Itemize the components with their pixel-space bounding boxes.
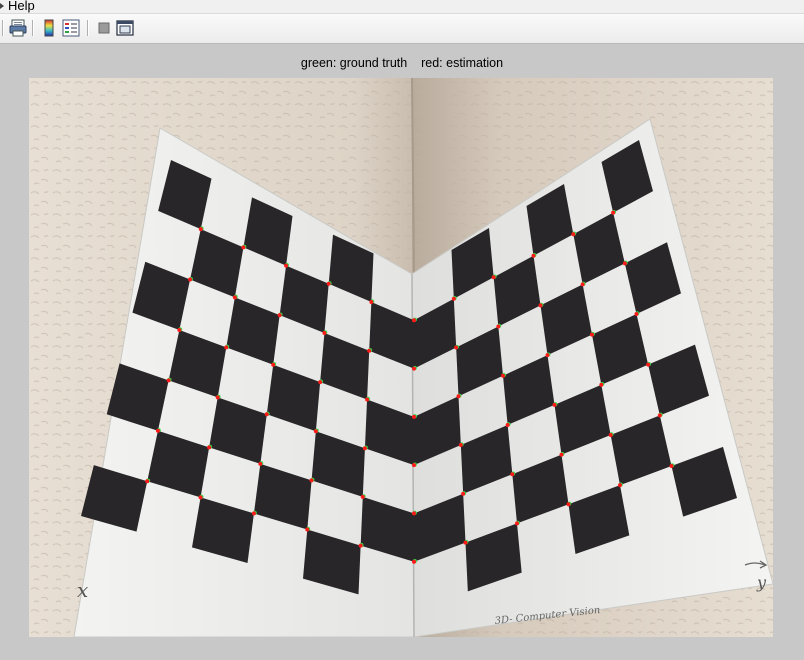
estimated-corner: [531, 253, 536, 258]
estimated-corner: [322, 330, 327, 335]
estimated-corner: [552, 402, 557, 407]
estimated-corner: [367, 348, 372, 353]
legend-icon[interactable]: [62, 19, 80, 37]
menu-help[interactable]: Help: [0, 0, 35, 13]
checkerboard-photo: x y 3D- Computer Vision: [29, 78, 773, 637]
estimated-corner: [618, 483, 622, 488]
estimated-corner: [566, 502, 571, 507]
estimated-corner: [510, 472, 515, 477]
estimated-corner: [277, 313, 282, 318]
handwriting-x: x: [77, 578, 88, 602]
menu-caret-icon: [0, 3, 4, 10]
estimated-corner: [305, 527, 310, 532]
estimated-corner: [590, 332, 594, 337]
estimated-corner: [611, 210, 616, 215]
estimated-corner: [198, 227, 203, 232]
estimated-corner: [198, 495, 203, 500]
estimated-corner: [634, 312, 639, 316]
estimated-corner: [318, 380, 323, 385]
estimated-corner: [646, 362, 651, 367]
estimated-corner: [362, 446, 367, 451]
estimated-corner: [177, 327, 182, 332]
estimated-corner: [313, 429, 318, 434]
print-preview-icon[interactable]: [9, 19, 27, 37]
estimated-corner: [456, 394, 461, 399]
estimated-corner: [412, 511, 416, 516]
estimated-corner: [166, 378, 171, 383]
estimated-corner: [412, 366, 416, 371]
estimated-corner: [215, 395, 220, 400]
estimated-corner: [188, 277, 193, 282]
estimated-corner: [515, 521, 519, 526]
estimated-corner: [463, 540, 468, 545]
estimated-corner: [545, 353, 550, 358]
estimated-corner: [251, 511, 256, 516]
estimated-corner: [241, 245, 246, 250]
estimated-corner: [207, 445, 212, 450]
estimated-corner: [496, 324, 501, 329]
figure-toolbar: [0, 14, 804, 44]
estimated-corner: [559, 452, 564, 457]
estimated-corner: [669, 464, 674, 468]
colorbar-icon[interactable]: [40, 19, 58, 37]
estimated-corner: [155, 428, 160, 433]
estimated-corner: [264, 412, 269, 417]
menu-help-label: Help: [8, 0, 35, 13]
estimated-corner: [258, 461, 263, 466]
estimated-corner: [412, 414, 416, 419]
estimated-corner: [365, 397, 370, 402]
estimated-corner: [309, 478, 314, 483]
estimated-corner: [358, 543, 363, 548]
estimated-corner: [360, 494, 365, 499]
estimated-corner: [412, 318, 416, 323]
menu-bar: Help: [0, 0, 804, 14]
estimated-corner: [461, 491, 466, 496]
estimated-corner: [580, 282, 585, 287]
estimated-corner: [571, 232, 576, 237]
estimated-corner: [284, 263, 289, 268]
estimated-corner: [538, 303, 543, 308]
estimated-corner: [145, 479, 150, 484]
show-plot-tools-icon[interactable]: [116, 19, 134, 37]
estimated-corner: [458, 443, 463, 448]
estimated-corner: [608, 432, 613, 437]
hide-plot-tools-icon[interactable]: [95, 19, 113, 37]
estimated-corner: [232, 295, 237, 300]
handwriting-y: y: [756, 573, 767, 592]
estimated-corner: [599, 382, 604, 387]
toolbar-separator: [32, 20, 33, 36]
estimated-corner: [454, 345, 459, 350]
checkerboard-image-axes: x y 3D- Computer Vision: [29, 78, 773, 637]
estimated-corner: [505, 422, 510, 427]
estimated-corner: [491, 275, 496, 280]
figure-caption: green: ground truth red: estimation: [300, 56, 504, 70]
estimated-corner: [326, 281, 331, 286]
estimated-corner: [622, 261, 627, 266]
estimated-corner: [657, 413, 662, 418]
estimated-corner: [451, 296, 456, 301]
estimated-corner: [369, 300, 374, 305]
estimated-corner: [271, 362, 276, 367]
estimated-corner: [412, 463, 416, 468]
toolbar-separator: [2, 20, 3, 36]
estimated-corner: [224, 345, 229, 350]
estimated-corner: [501, 373, 505, 378]
toolbar-separator: [87, 20, 88, 36]
estimated-corner: [412, 559, 416, 564]
